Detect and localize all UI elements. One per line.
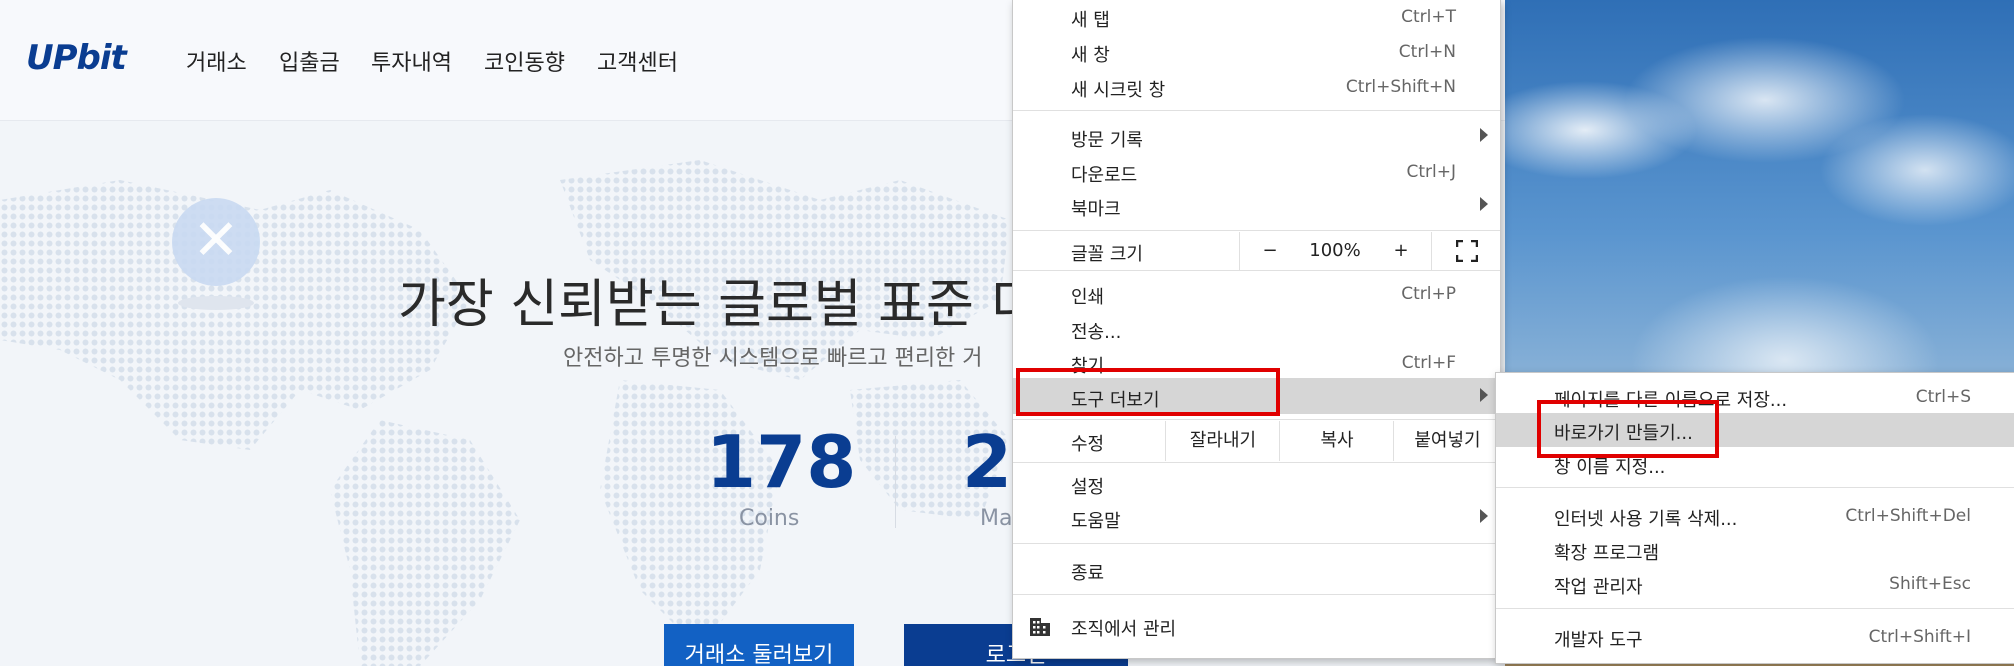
task-manager-shortcut: Shift+Esc <box>1889 574 1971 594</box>
menu-help-label: 도움말 <box>1071 511 1121 532</box>
menu-downloads-shortcut: Ctrl+J <box>1406 162 1456 182</box>
highlight-more-tools <box>1016 368 1280 416</box>
menu-separator <box>1013 110 1500 111</box>
menu-edit-row: 수정 잘라내기 복사 붙여넣기 <box>1013 421 1500 461</box>
xrp-icon: ✕ <box>172 198 260 286</box>
stat-markets-label: Ma <box>980 506 1013 531</box>
menu-new-incognito-shortcut: Ctrl+Shift+N <box>1345 77 1456 97</box>
menu-help[interactable]: 도움말 <box>1013 501 1500 535</box>
coin-shadow <box>178 296 254 310</box>
save-page-shortcut: Ctrl+S <box>1915 387 1971 407</box>
zoom-label: 글꼴 크기 <box>1071 244 1143 265</box>
stat-divider <box>895 436 896 528</box>
menu-new-tab[interactable]: 새 탭 Ctrl+T <box>1013 0 1500 34</box>
menu-managed-by-org[interactable]: 조직에서 관리 <box>1013 609 1500 643</box>
menu-new-incognito[interactable]: 새 시크릿 창 Ctrl+Shift+N <box>1013 70 1500 104</box>
menu-new-tab-shortcut: Ctrl+T <box>1401 7 1456 27</box>
highlight-create-shortcut <box>1537 400 1719 458</box>
menu-separator <box>1013 419 1500 420</box>
menu-find-shortcut: Ctrl+F <box>1401 353 1456 373</box>
clear-data-shortcut: Ctrl+Shift+Del <box>1845 506 1971 526</box>
menu-exit-label: 종료 <box>1071 563 1105 584</box>
fullscreen-button[interactable] <box>1431 232 1501 270</box>
submenu-arrow-icon <box>1480 388 1488 402</box>
nav-coin-trends[interactable]: 코인동향 <box>484 45 565 77</box>
task-manager-label: 작업 관리자 <box>1554 577 1643 598</box>
submenu-arrow-icon <box>1480 197 1488 211</box>
menu-history[interactable]: 방문 기록 <box>1013 120 1500 154</box>
stat-coins-label: Coins <box>739 506 800 531</box>
fullscreen-icon <box>1455 239 1478 263</box>
menu-managed-label: 조직에서 관리 <box>1071 619 1177 640</box>
menu-cast[interactable]: 전송... <box>1013 312 1500 346</box>
paste-button[interactable]: 붙여넣기 <box>1393 421 1501 461</box>
menu-new-window-label: 새 창 <box>1071 45 1110 66</box>
nav-exchange[interactable]: 거래소 <box>186 45 247 77</box>
submenu-task-manager[interactable]: 작업 관리자 Shift+Esc <box>1496 567 2014 601</box>
menu-separator <box>1013 594 1500 595</box>
menu-print-shortcut: Ctrl+P <box>1401 284 1456 304</box>
building-icon <box>1030 618 1050 636</box>
cut-button[interactable]: 잘라내기 <box>1165 421 1280 461</box>
zoom-out-button[interactable]: − <box>1239 232 1300 270</box>
menu-separator <box>1013 230 1500 231</box>
hero-title: 가장 신뢰받는 글로벌 표준 디 <box>398 275 1039 335</box>
copy-button[interactable]: 복사 <box>1279 421 1394 461</box>
submenu-clear-data[interactable]: 인터넷 사용 기록 삭제... Ctrl+Shift+Del <box>1496 499 2014 533</box>
upbit-logo[interactable]: UPbit <box>26 38 127 78</box>
nav-customer-center[interactable]: 고객센터 <box>597 45 678 77</box>
zoom-level: 100% <box>1309 240 1361 261</box>
explore-exchange-button[interactable]: 거래소 둘러보기 <box>664 624 854 666</box>
nav-deposit-withdraw[interactable]: 입출금 <box>279 45 340 77</box>
menu-settings[interactable]: 설정 <box>1013 467 1500 501</box>
submenu-separator <box>1496 608 2014 609</box>
menu-new-tab-label: 새 탭 <box>1071 10 1110 31</box>
menu-separator <box>1013 462 1500 463</box>
menu-print[interactable]: 인쇄 Ctrl+P <box>1013 277 1500 311</box>
menu-zoom-row: 글꼴 크기 − 100% + <box>1013 232 1500 270</box>
menu-settings-label: 설정 <box>1071 477 1105 498</box>
nav-investments[interactable]: 투자내역 <box>371 45 452 77</box>
zoom-in-button[interactable]: + <box>1371 232 1431 270</box>
stat-coins-value: 178 <box>706 420 857 504</box>
browser-context-menu: 새 탭 Ctrl+T 새 창 Ctrl+N 새 시크릿 창 Ctrl+Shift… <box>1012 0 1501 659</box>
edit-label: 수정 <box>1071 434 1105 455</box>
menu-separator <box>1013 270 1500 271</box>
menu-new-incognito-label: 새 시크릿 창 <box>1071 80 1166 101</box>
clear-data-label: 인터넷 사용 기록 삭제... <box>1554 509 1738 530</box>
hero-subtitle: 안전하고 투명한 시스템으로 빠르고 편리한 거 <box>563 346 983 371</box>
extensions-label: 확장 프로그램 <box>1554 543 1660 564</box>
dev-tools-shortcut: Ctrl+Shift+I <box>1868 627 1971 647</box>
menu-exit[interactable]: 종료 <box>1013 553 1500 587</box>
menu-print-label: 인쇄 <box>1071 287 1105 308</box>
menu-history-label: 방문 기록 <box>1071 130 1143 151</box>
menu-cast-label: 전송... <box>1071 322 1122 343</box>
submenu-arrow-icon <box>1480 509 1488 523</box>
submenu-arrow-icon <box>1480 128 1488 142</box>
menu-bookmarks-label: 북마크 <box>1071 199 1121 220</box>
menu-separator <box>1013 543 1500 544</box>
menu-downloads[interactable]: 다운로드 Ctrl+J <box>1013 155 1500 189</box>
menu-downloads-label: 다운로드 <box>1071 165 1138 186</box>
submenu-extensions[interactable]: 확장 프로그램 <box>1496 533 2014 567</box>
dev-tools-label: 개발자 도구 <box>1554 630 1643 651</box>
menu-new-window-shortcut: Ctrl+N <box>1398 42 1456 62</box>
submenu-separator <box>1496 487 2014 488</box>
submenu-dev-tools[interactable]: 개발자 도구 Ctrl+Shift+I <box>1496 620 2014 654</box>
menu-new-window[interactable]: 새 창 Ctrl+N <box>1013 35 1500 69</box>
menu-bookmarks[interactable]: 북마크 <box>1013 189 1500 223</box>
